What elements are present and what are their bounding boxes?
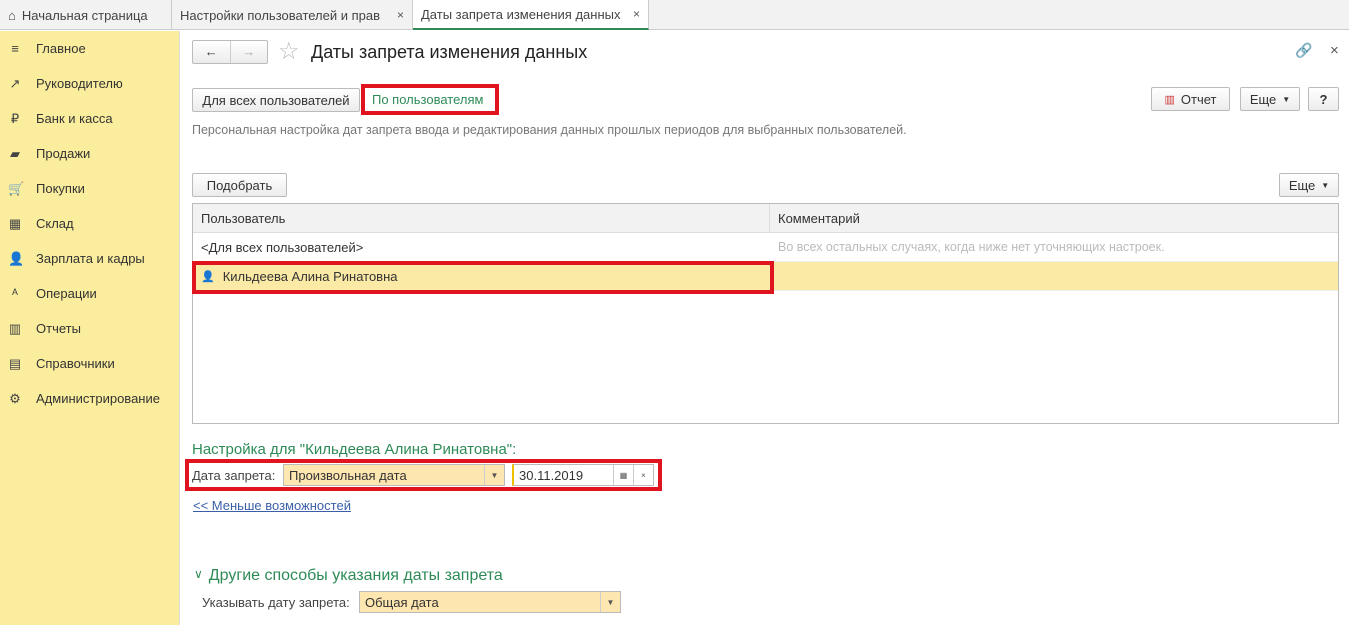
sidebar-item[interactable]: 👤 Зарплата и кадры bbox=[0, 241, 179, 276]
sidebar-item-label: Банк и касса bbox=[36, 111, 113, 126]
highlight-box bbox=[192, 261, 774, 294]
favorite-star-icon[interactable]: ☆ bbox=[278, 37, 300, 66]
sidebar-item[interactable]: ᴬ Операции bbox=[0, 276, 179, 311]
table-row[interactable]: <Для всех пользователей> Во всех остальн… bbox=[193, 233, 1338, 262]
chevron-down-icon: ∨ bbox=[194, 567, 203, 581]
sidebar-icon: ▰ bbox=[10, 145, 20, 161]
highlight-box bbox=[185, 459, 662, 491]
sidebar-icon: ᴬ bbox=[12, 286, 18, 301]
close-icon[interactable]: × bbox=[633, 7, 640, 21]
chevron-down-icon: ▼ bbox=[1282, 94, 1291, 104]
specify-date-label: Указывать дату запрета: bbox=[202, 595, 350, 610]
description-text: Персональная настройка дат запрета ввода… bbox=[192, 123, 907, 137]
sidebar-icon: ▥ bbox=[8, 320, 22, 336]
sidebar-item-label: Отчеты bbox=[36, 321, 81, 336]
sidebar-item-label: Склад bbox=[36, 216, 74, 231]
sidebar-item[interactable]: ₽ Банк и касса bbox=[0, 101, 179, 136]
sidebar-icon: ▤ bbox=[8, 355, 22, 371]
tab-user-settings[interactable]: Настройки пользователей и прав × bbox=[172, 0, 413, 30]
settings-title: Настройка для "Кильдеева Алина Ринатовна… bbox=[192, 441, 517, 458]
sidebar-item-label: Операции bbox=[36, 286, 97, 301]
main-panel: ← → ☆ Даты запрета изменения данных 🔗 × … bbox=[180, 31, 1349, 625]
specify-date-value: Общая дата bbox=[365, 594, 439, 610]
sidebar-item[interactable]: ⚙ Администрирование bbox=[0, 381, 179, 416]
chevron-down-icon: ▼ bbox=[1321, 180, 1330, 190]
more-label: Еще bbox=[1249, 91, 1277, 107]
close-icon[interactable]: × bbox=[1330, 42, 1339, 59]
report-icon: ▥ bbox=[1164, 93, 1175, 106]
sidebar-item-label: Руководителю bbox=[36, 76, 123, 91]
sidebar-icon: 🛒 bbox=[8, 180, 25, 196]
back-button[interactable]: ← bbox=[193, 41, 231, 63]
sidebar-item-label: Справочники bbox=[36, 356, 115, 371]
specify-date-select[interactable]: Общая дата ▼ bbox=[359, 591, 621, 613]
users-table: Пользователь Комментарий <Для всех польз… bbox=[192, 203, 1339, 424]
report-button[interactable]: ▥ Отчет bbox=[1151, 87, 1230, 111]
tab-label: Начальная страница bbox=[21, 7, 148, 23]
sidebar-icon: 👤 bbox=[8, 250, 25, 266]
highlight-box bbox=[361, 84, 499, 115]
sidebar-icon: ↗ bbox=[9, 75, 21, 91]
chevron-down-icon[interactable]: ▼ bbox=[600, 592, 620, 612]
table-header: Пользователь Комментарий bbox=[193, 204, 1338, 233]
other-methods-group[interactable]: ∨ Другие способы указания даты запрета bbox=[194, 567, 503, 585]
sidebar-item-label: Зарплата и кадры bbox=[36, 251, 145, 266]
sidebar-item-label: Администрирование bbox=[36, 391, 160, 406]
tab-label: Даты запрета изменения данных bbox=[421, 6, 621, 22]
tab-restriction-dates[interactable]: Даты запрета изменения данных × bbox=[413, 0, 649, 30]
more-label: Еще bbox=[1288, 177, 1316, 193]
column-comment[interactable]: Комментарий bbox=[770, 204, 1338, 232]
mode-all-users-button[interactable]: Для всех пользователей bbox=[192, 88, 360, 112]
comment-cell bbox=[770, 262, 1338, 290]
report-label: Отчет bbox=[1180, 91, 1217, 107]
sidebar-item-label: Покупки bbox=[36, 181, 85, 196]
help-button[interactable]: ? bbox=[1308, 87, 1339, 111]
sidebar-icon: ≡ bbox=[11, 41, 19, 56]
link-icon[interactable]: 🔗 bbox=[1295, 42, 1312, 59]
sidebar-item[interactable]: ▰ Продажи bbox=[0, 136, 179, 171]
comment-cell: Во всех остальных случаях, когда ниже не… bbox=[778, 240, 1165, 254]
sidebar-icon: ⚙ bbox=[9, 390, 21, 406]
page-title: Даты запрета изменения данных bbox=[311, 42, 588, 62]
sidebar-item[interactable]: ▥ Отчеты bbox=[0, 311, 179, 346]
sidebar-item[interactable]: ≡ Главное bbox=[0, 31, 179, 66]
sidebar-icon: ₽ bbox=[10, 110, 20, 126]
table-more-button[interactable]: Еще ▼ bbox=[1279, 173, 1339, 197]
sidebar-item[interactable]: 🛒 Покупки bbox=[0, 171, 179, 206]
sidebar-item[interactable]: ▦ Склад bbox=[0, 206, 179, 241]
less-options-link[interactable]: << Меньше возможностей bbox=[193, 498, 351, 513]
nav-buttons: ← → bbox=[192, 40, 268, 64]
column-user[interactable]: Пользователь bbox=[193, 204, 770, 232]
sidebar: ≡ Главное ↗ Руководителю ₽ Банк и касса ▰ Прода… bbox=[0, 31, 180, 625]
pick-button[interactable]: Подобрать bbox=[192, 173, 287, 197]
tab-home[interactable]: ⌂ Начальная страница bbox=[0, 0, 172, 30]
sidebar-item-label: Продажи bbox=[36, 146, 91, 161]
tab-bar: ⌂ Начальная страница Настройки пользовате… bbox=[0, 0, 1349, 30]
forward-button[interactable]: → bbox=[231, 41, 268, 63]
user-cell: <Для всех пользователей> bbox=[201, 239, 364, 255]
sidebar-item[interactable]: ▤ Справочники bbox=[0, 346, 179, 381]
close-icon[interactable]: × bbox=[397, 8, 404, 22]
home-icon: ⌂ bbox=[8, 7, 16, 23]
sidebar-icon: ▦ bbox=[8, 215, 22, 231]
tab-label: Настройки пользователей и прав bbox=[180, 7, 381, 23]
other-methods-title: Другие способы указания даты запрета bbox=[208, 567, 503, 584]
sidebar-item-label: Главное bbox=[36, 41, 86, 56]
sidebar-item[interactable]: ↗ Руководителю bbox=[0, 66, 179, 101]
more-button[interactable]: Еще ▼ bbox=[1240, 87, 1300, 111]
